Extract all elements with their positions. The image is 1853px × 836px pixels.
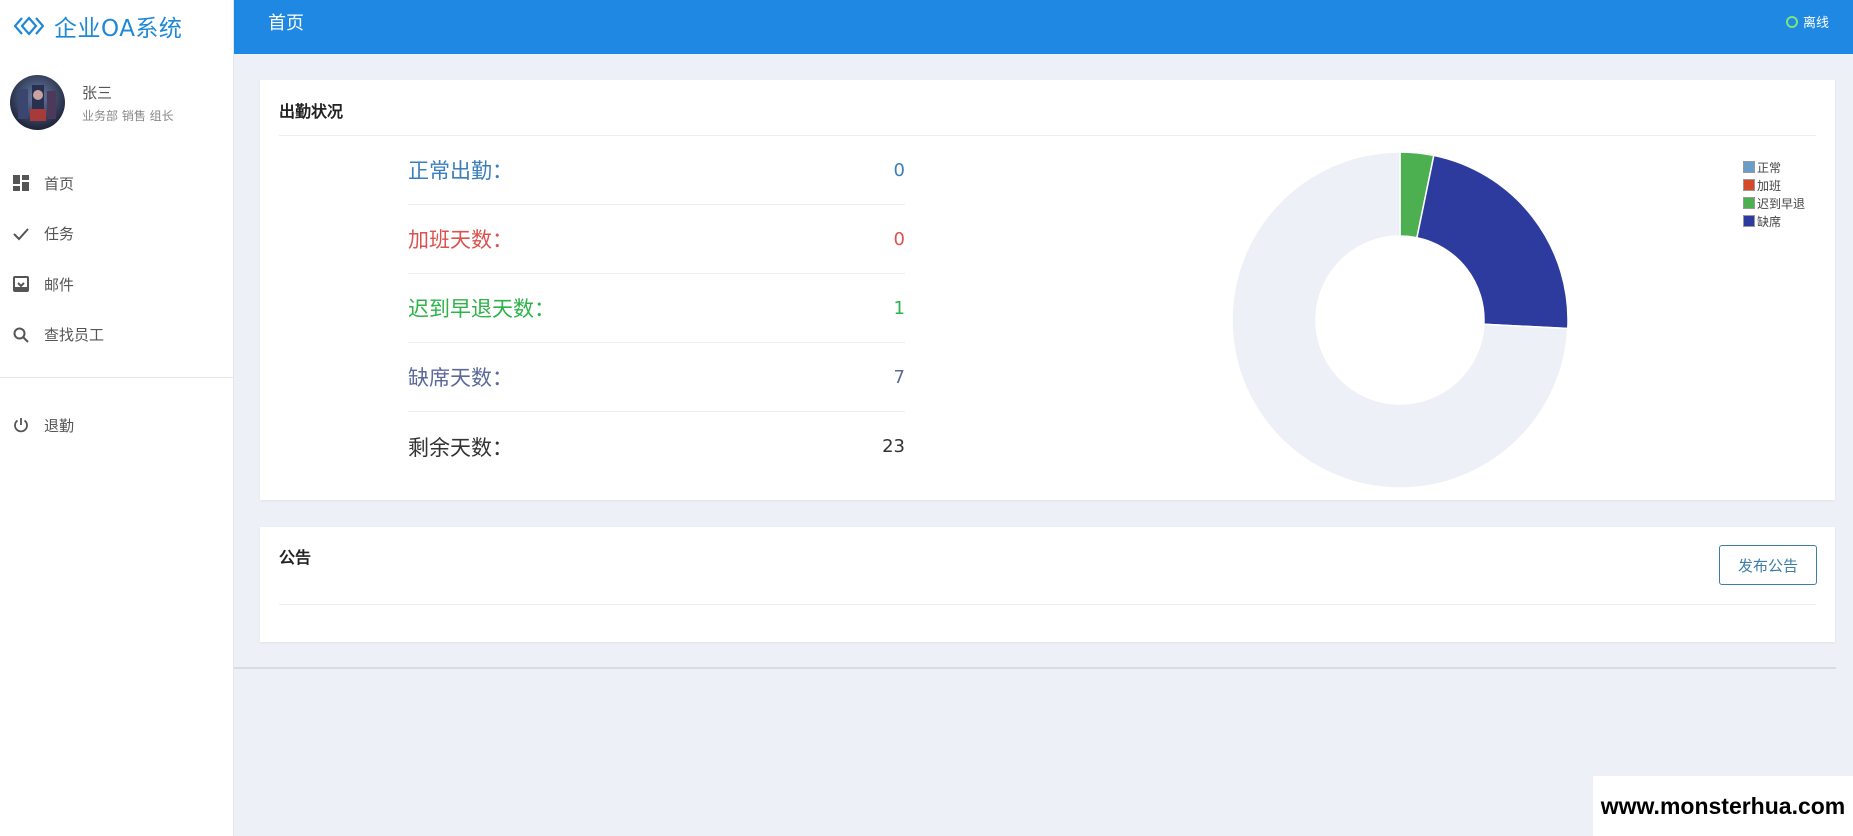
stat-value: 1 [893,297,905,319]
stat-value: 0 [893,159,905,181]
check-icon [12,225,30,243]
sidebar-item-home[interactable]: 首页 [0,158,234,209]
legend-swatch [1743,197,1755,209]
stat-value: 23 [882,436,905,457]
stat-label: 正常出勤： [408,159,513,183]
stat-label: 缺席天数： [408,366,513,390]
user-role: 业务部 销售 组长 [82,108,174,123]
sidebar-item-find-employee[interactable]: 查找员工 [0,310,234,361]
nav-divider [0,377,234,378]
watermark: www.monsterhua.com [1593,776,1853,836]
sidebar-item-label: 首页 [44,174,75,193]
brand[interactable]: 企业OA系统 [14,6,182,46]
stat-row-late: 迟到早退天数： 1 [408,274,905,343]
sidebar-item-label: 任务 [44,225,75,244]
dashboard-icon [12,174,30,192]
inbox-icon [12,275,30,293]
divider [279,604,1816,605]
stat-value: 0 [893,228,905,250]
attendance-title: 出勤状况 [279,102,344,121]
sidebar-item-label: 邮件 [44,275,75,294]
status-dot-icon [1785,15,1798,28]
legend-label: 迟到早退 [1757,196,1806,211]
legend-swatch [1743,179,1755,191]
stat-label: 迟到早退天数： [408,297,555,321]
attendance-donut-chart [1231,151,1569,489]
avatar [10,75,65,130]
legend-label: 加班 [1757,178,1782,193]
diamond-logo-icon [14,16,44,36]
page-title: 首页 [268,13,304,34]
legend-item[interactable]: 加班 [1743,176,1805,194]
top-header: 首页 离线 [234,0,1853,54]
legend-swatch [1743,161,1755,173]
stat-row-normal: 正常出勤： 0 [408,136,905,205]
legend-item[interactable]: 迟到早退 [1743,194,1805,212]
legend-item[interactable]: 正常 [1743,158,1805,176]
legend-label: 正常 [1757,160,1782,175]
stat-row-overtime: 加班天数： 0 [408,205,905,274]
legend-item[interactable]: 缺席 [1743,212,1805,230]
notice-title: 公告 [279,548,312,567]
stat-row-absent: 缺席天数： 7 [408,343,905,412]
stat-row-remaining: 剩余天数： 23 [408,412,905,481]
status-indicator[interactable]: 离线 [1785,12,1829,31]
sidebar-nav: 首页 任务 邮件 查找员工 [0,158,234,360]
status-label: 离线 [1802,16,1829,31]
sidebar-item-label: 查找员工 [44,326,105,345]
sidebar-item-tasks[interactable]: 任务 [0,209,234,260]
stat-label: 剩余天数： [408,435,513,460]
attendance-stats: 正常出勤： 0 加班天数： 0 迟到早退天数： 1 缺席天数： 7 剩余天数： … [408,136,905,481]
user-profile: 张三 业务部 销售 组长 [10,75,174,130]
power-icon [12,416,30,434]
stat-label: 加班天数： [408,228,513,252]
donut-slice-3[interactable] [1416,154,1569,330]
notice-card: 公告 发布公告 [260,527,1835,642]
sidebar-item-label: 退勤 [44,416,75,435]
attendance-card: 出勤状况 正常出勤： 0 加班天数： 0 迟到早退天数： 1 缺席天数： 7 剩… [260,80,1835,500]
publish-notice-button[interactable]: 发布公告 [1719,545,1817,585]
brand-name: 企业OA系统 [54,16,183,42]
legend-label: 缺席 [1757,214,1782,229]
sidebar: 企业OA系统 张三 业务部 销售 组长 首页 任务 邮件 查找员工 退勤 [0,0,234,836]
stat-value: 7 [893,366,905,388]
chart-legend: 正常加班迟到早退缺席 [1743,158,1805,230]
content-footer-divider [234,667,1836,669]
search-icon [12,326,30,344]
sidebar-item-mail[interactable]: 邮件 [0,259,234,310]
sidebar-item-logout[interactable]: 退勤 [0,400,234,451]
legend-swatch [1743,215,1755,227]
user-name: 张三 [82,83,113,102]
